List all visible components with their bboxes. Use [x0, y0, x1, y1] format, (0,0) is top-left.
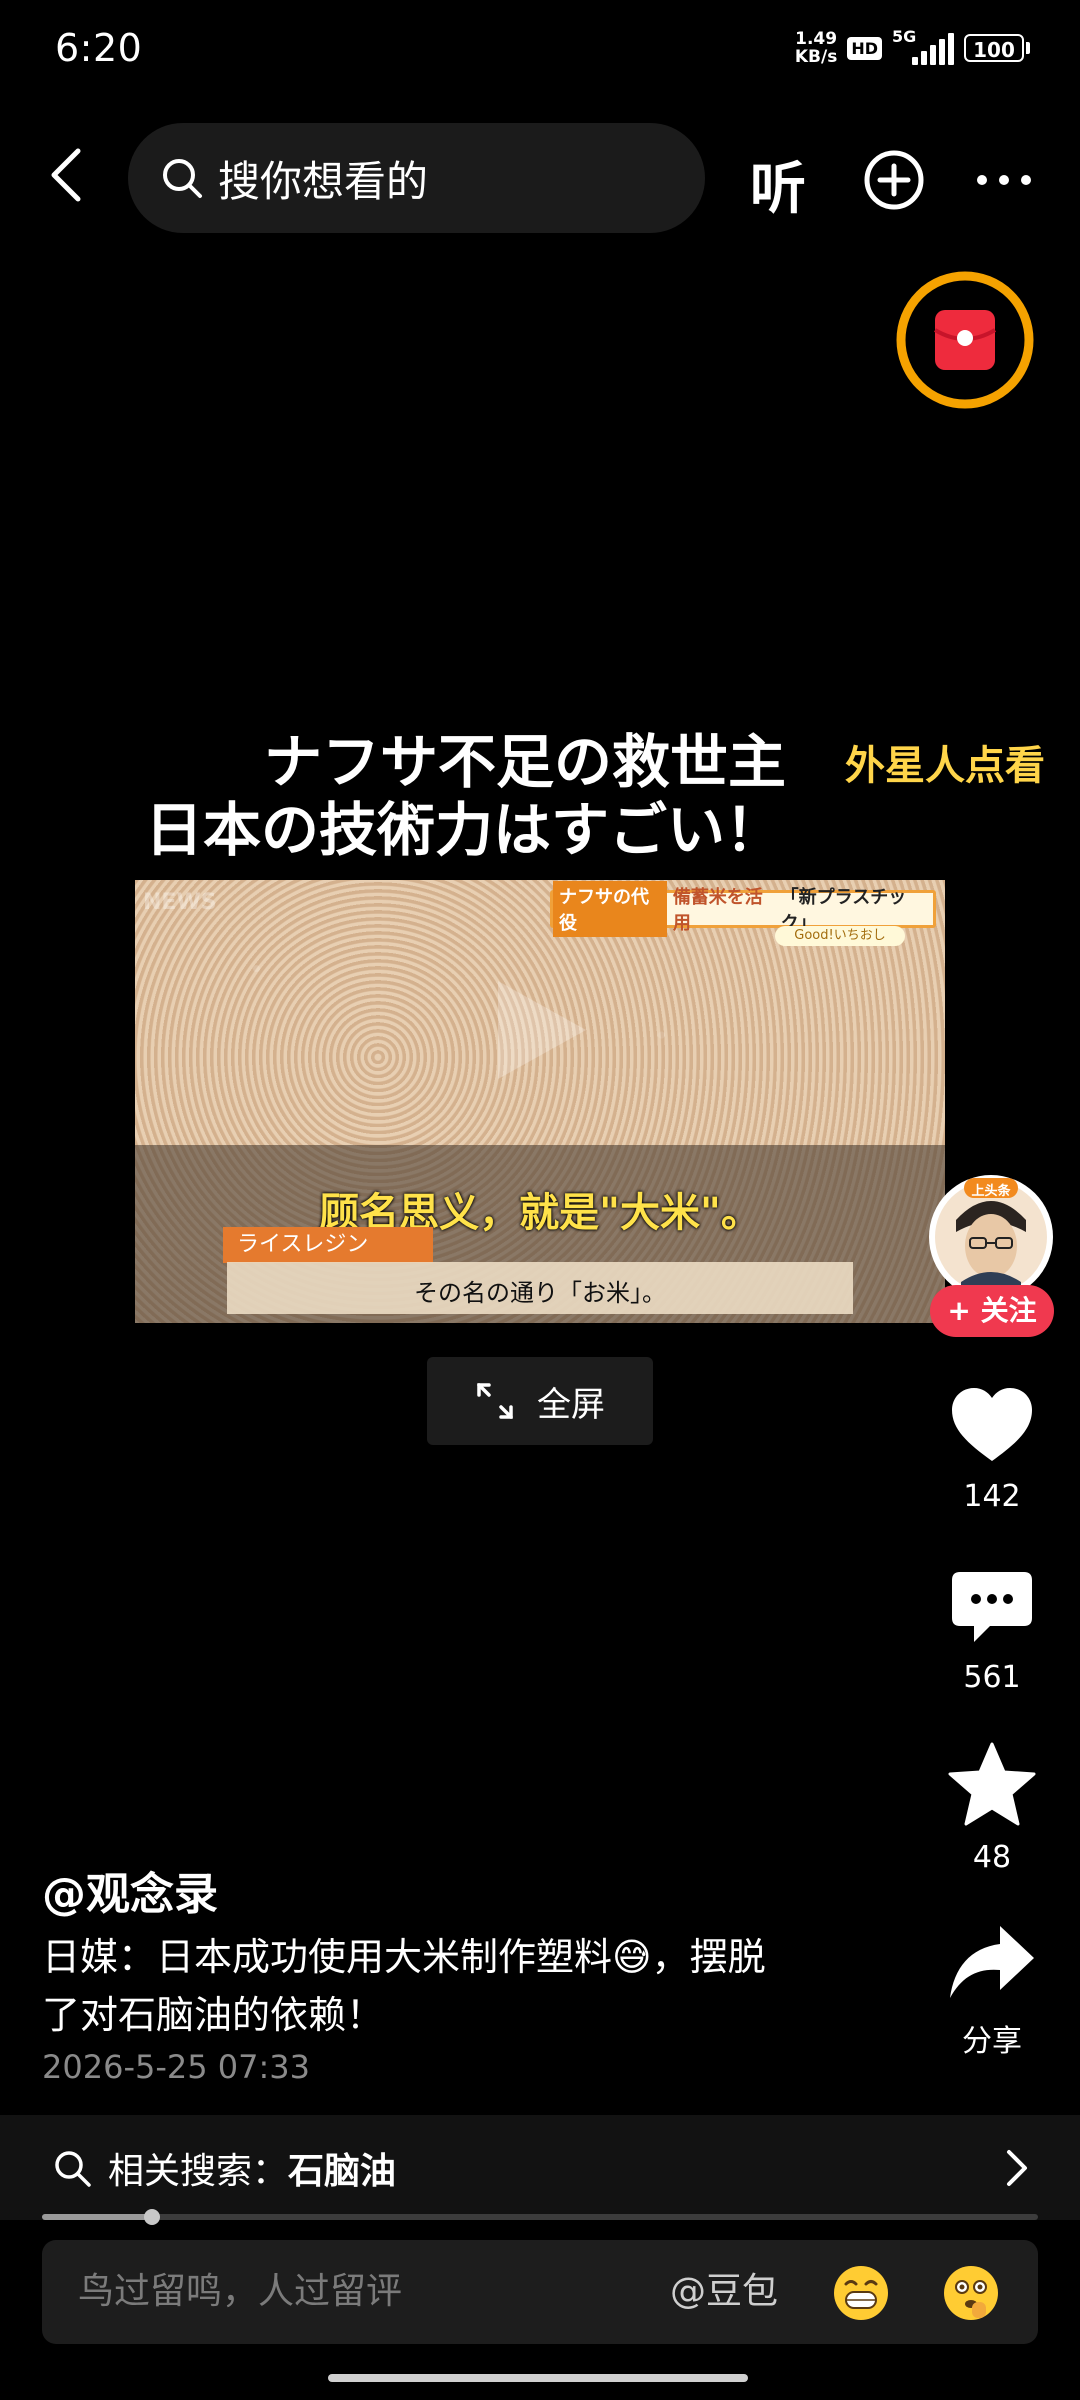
post-author[interactable]: @观念录 — [42, 1858, 218, 1922]
grin-emoji-icon[interactable] — [832, 2264, 890, 2322]
search-icon — [55, 2150, 91, 2187]
star-icon — [948, 1742, 1036, 1826]
related-search-prefix: 相关搜索： — [108, 2150, 289, 2192]
video-title: ナフサ不足の救世主 日本の技術力はすごい！ — [135, 728, 875, 864]
comment-bar: 鸟过留鸣，人过留评 @豆包 — [42, 2240, 1038, 2344]
battery-icon: 100 — [964, 34, 1030, 62]
favorite-count: 48 — [972, 1840, 1012, 1875]
network-speed: 1.49 KB/s — [795, 30, 837, 66]
post-caption-line2: 了对石脑油的依赖！ — [42, 1993, 385, 2037]
related-search-bar[interactable]: 相关搜索： 石脑油 — [0, 2115, 1080, 2220]
share-label: 分享 — [962, 2024, 1022, 2059]
add-button[interactable] — [862, 148, 926, 212]
expand-icon — [477, 1383, 513, 1419]
network-type: 5G — [892, 27, 917, 46]
rice-resin-label: ライスレジン — [223, 1227, 433, 1263]
video-progress-fill — [42, 2214, 152, 2220]
home-indicator[interactable] — [328, 2374, 748, 2382]
avatar-badge: 上头条 — [971, 1184, 1011, 1199]
status-time: 6:20 — [55, 26, 143, 70]
video-tag: 外星人点看 — [845, 743, 1045, 789]
chevron-right-icon — [1007, 2150, 1027, 2186]
share-button[interactable]: 分享 — [940, 1922, 1044, 2060]
status-indicators: 1.49 KB/s HD 5G 100 — [795, 27, 1030, 66]
back-button[interactable] — [40, 145, 100, 205]
fullscreen-label: 全屏 — [537, 1384, 605, 1425]
subtitle-japanese: その名の通り「お米」。 — [414, 1279, 666, 1307]
chevron-left-icon — [51, 148, 81, 202]
follow-button[interactable]: + 关注 — [930, 1285, 1054, 1337]
related-search-term: 石脑油 — [288, 2150, 397, 2192]
battery-level: 100 — [964, 34, 1024, 62]
status-bar: 6:20 1.49 KB/s HD 5G 100 — [0, 0, 1080, 100]
video-player[interactable]: NEWS ナフサの代役 備蓄米を活用 「新プラスチック」 Good!いちおし 顾… — [135, 880, 945, 1323]
news-caption: ナフサの代役 備蓄米を活用 「新プラスチック」 — [550, 881, 936, 937]
video-progress-handle[interactable] — [143, 2209, 160, 2225]
video-title-line1: ナフサ不足の救世主 — [263, 728, 786, 796]
search-placeholder: 搜你想看的 — [218, 156, 429, 206]
comment-count: 561 — [963, 1660, 1021, 1695]
post-date: 2026-5-25 07:33 — [42, 2048, 310, 2086]
search-icon — [163, 159, 202, 198]
hush-emoji-icon[interactable] — [942, 2264, 1000, 2322]
post-caption: 日媒：日本成功使用大米制作塑料😅，摆脱 了对石脑油的依赖！ — [42, 1928, 862, 2044]
like-button[interactable]: 142 — [940, 1385, 1044, 1514]
fullscreen-button[interactable]: 全屏 — [427, 1357, 653, 1445]
red-packet-button[interactable] — [893, 268, 1037, 412]
search-input[interactable]: 搜你想看的 — [128, 123, 705, 233]
news-caption-badge: ナフサの代役 — [553, 881, 667, 937]
author-avatar[interactable]: 上头条 — [926, 1172, 1056, 1302]
top-bar: 搜你想看的 听 — [0, 120, 1080, 235]
video-title-line2: 日本の技術力はすごい！ — [145, 796, 784, 864]
like-count: 142 — [963, 1479, 1021, 1514]
comment-button[interactable]: 561 — [940, 1570, 1044, 1695]
play-icon — [498, 981, 586, 1079]
news-caption-sub: Good!いちおし — [775, 926, 905, 946]
share-icon — [950, 1926, 1034, 1998]
hd-badge: HD — [847, 36, 882, 60]
channel-logo: NEWS — [143, 890, 217, 915]
favorite-button[interactable]: 48 — [940, 1742, 1044, 1875]
more-button[interactable] — [972, 148, 1036, 212]
news-caption-text: 備蓄米を活用 — [672, 887, 763, 934]
network-speed-value: 1.49 — [795, 29, 838, 49]
post-caption-line1: 日媒：日本成功使用大米制作塑料😅，摆脱 — [42, 1935, 766, 1979]
comment-input[interactable]: 鸟过留鸣，人过留评 — [78, 2240, 402, 2344]
listen-button[interactable]: 听 — [750, 144, 806, 225]
red-packet-icon — [896, 271, 1034, 409]
plus-circle-icon — [864, 150, 924, 210]
video-progress-bar[interactable] — [42, 2209, 1038, 2225]
signal-icon: 5G — [892, 27, 954, 65]
more-dots-icon — [977, 175, 1031, 185]
network-speed-unit: KB/s — [794, 47, 838, 67]
mention-button[interactable]: @豆包 — [670, 2240, 778, 2344]
heart-icon — [952, 1388, 1032, 1461]
comment-icon — [952, 1572, 1032, 1642]
